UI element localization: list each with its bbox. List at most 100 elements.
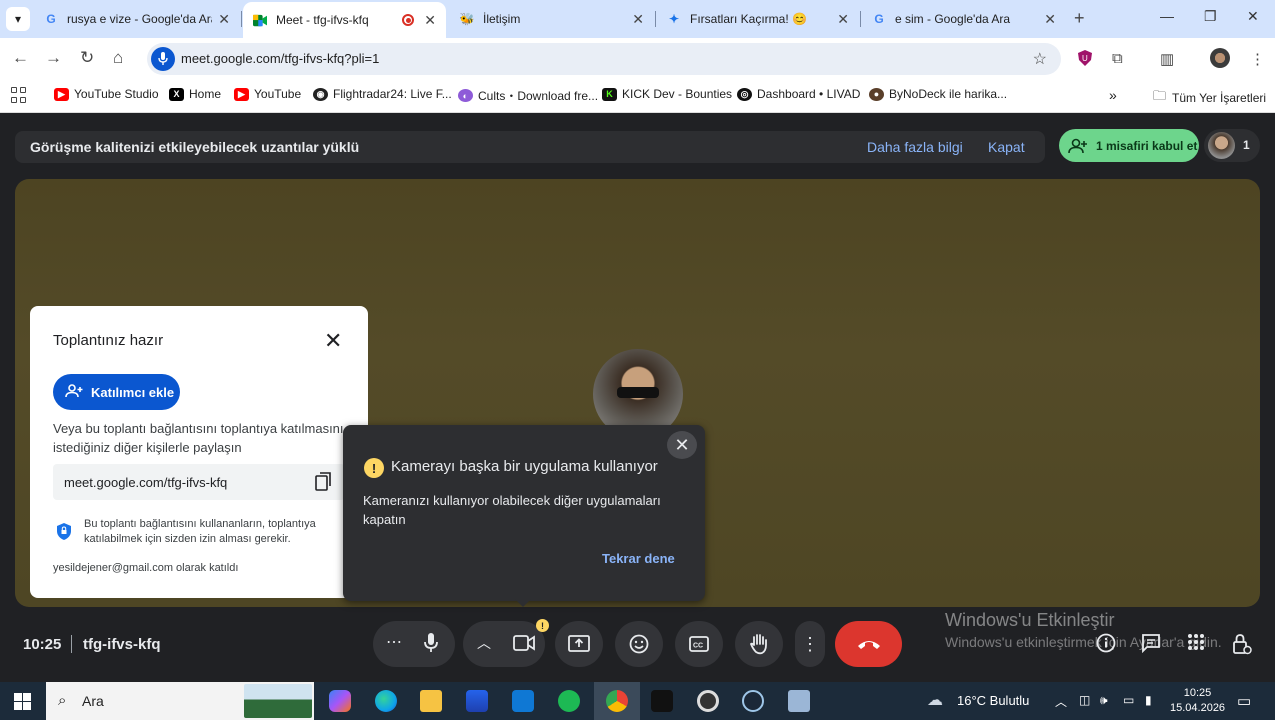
more-menu-icon[interactable]: ⋮ <box>1250 50 1265 68</box>
reload-icon[interactable]: ↻ <box>80 48 94 68</box>
bookmark-kick[interactable]: K KICK Dev - Bounties <box>602 87 732 101</box>
activities-icon[interactable] <box>1187 633 1205 656</box>
network-icon[interactable]: ▭ <box>1123 693 1134 707</box>
google-icon: G <box>874 12 884 26</box>
recording-icon <box>402 14 415 26</box>
tab-iletisim[interactable]: 🐝 İletişim ✕ <box>450 0 654 38</box>
close-window-button[interactable]: ✕ <box>1247 8 1259 25</box>
meeting-ready-panel: Toplantınız hazır ✕ Katılımcı ekle Veya … <box>30 306 368 598</box>
microphone-icon[interactable] <box>424 633 438 653</box>
camera-tray-icon[interactable]: ◫ <box>1079 693 1090 707</box>
folder-icon: 🗀 <box>1153 88 1167 103</box>
raise-hand-button[interactable] <box>735 621 783 667</box>
extensions-icon[interactable]: ⧉ <box>1112 50 1123 67</box>
bookmark-youtube[interactable]: ▶ YouTube <box>234 87 301 101</box>
camera-icon[interactable] <box>513 635 535 651</box>
cloud-weather-icon: ☁ <box>927 692 943 709</box>
notifications-icon[interactable]: ▭ <box>1237 692 1251 710</box>
windows-start-icon[interactable] <box>14 693 31 710</box>
new-tab-button[interactable]: + <box>1074 8 1085 29</box>
system-clock[interactable]: 10:25 15.04.2026 <box>1170 686 1225 716</box>
bookmark-livad[interactable]: ◎ Dashboard • LIVAD <box>737 87 860 101</box>
tab-google-search-1[interactable]: G rusya e vize - Google'da Ara ✕ <box>34 0 240 38</box>
forward-icon[interactable]: → <box>45 48 62 68</box>
ublock-shield-icon[interactable]: U <box>1078 50 1092 70</box>
close-popup-icon[interactable]: ✕ <box>667 431 697 459</box>
emoji-reaction-button[interactable] <box>615 621 663 667</box>
steam-icon[interactable] <box>742 690 764 712</box>
capcut-icon[interactable] <box>651 690 673 712</box>
close-tab-icon[interactable]: ✕ <box>218 11 230 28</box>
tray-chevron-icon[interactable]: ︿ <box>1055 693 1067 710</box>
add-participant-button[interactable]: Katılımcı ekle <box>53 374 180 410</box>
dismiss-banner-button[interactable]: Kapat <box>988 139 1025 155</box>
host-controls-icon[interactable] <box>1232 633 1252 660</box>
microphone-active-icon[interactable] <box>151 47 175 71</box>
more-bookmarks-icon[interactable]: » <box>1109 87 1117 103</box>
mic-tray-icon[interactable]: ▮ <box>1145 693 1152 707</box>
close-tab-icon[interactable]: ✕ <box>424 12 436 29</box>
copy-icon[interactable] <box>315 472 331 491</box>
bookmark-cults[interactable]: ◐ Cults・Download fre... <box>458 87 598 104</box>
page-favicon-icon: 🐝 <box>459 12 475 26</box>
meeting-info-icon[interactable] <box>1096 633 1116 658</box>
more-options-button[interactable]: ⋮ <box>795 621 825 667</box>
popup-pointer <box>515 599 531 607</box>
camera-control-group: ︿ ! <box>463 619 549 667</box>
participants-button[interactable]: 1 <box>1204 129 1260 162</box>
admit-guest-button[interactable]: 1 misafiri kabul et <box>1059 129 1199 162</box>
bookmark-flightradar[interactable]: ◉ Flightradar24: Live F... <box>313 87 452 101</box>
tab-google-search-2[interactable]: G e sim - Google'da Ara ✕ <box>862 0 1066 38</box>
weather-text[interactable]: 16°C Bulutlu <box>957 693 1029 708</box>
activation-watermark-subtitle: Windows'u etkinleştirmek için Ayarlar'a … <box>945 634 1222 650</box>
close-tab-icon[interactable]: ✕ <box>632 11 644 28</box>
copilot-icon[interactable] <box>329 690 351 712</box>
meet-page: Görüşme kalitenizi etkileyebilecek uzant… <box>0 113 1275 682</box>
close-panel-icon[interactable]: ✕ <box>324 328 342 354</box>
spotify-icon[interactable] <box>558 690 580 712</box>
reading-list-icon[interactable]: ▥ <box>1160 50 1174 68</box>
all-bookmarks-folder[interactable]: 🗀 Tüm Yer İşaretleri <box>1153 87 1266 109</box>
bookmarks-bar: ▶ YouTube Studio X Home ▶ YouTube ◉ Flig… <box>0 80 1275 113</box>
apps-grid-icon[interactable] <box>11 87 27 103</box>
profile-avatar[interactable] <box>1210 48 1230 68</box>
tab-search-button[interactable]: ▾ <box>6 7 30 31</box>
restore-button[interactable]: ❐ <box>1204 8 1217 25</box>
home-icon[interactable]: ⌂ <box>113 48 123 68</box>
taskbar-search-box[interactable]: ⌕ Ara <box>46 682 314 720</box>
livad-icon: ◎ <box>737 87 752 101</box>
tab-meet[interactable]: Meet - tfg-ifvs-kfq ✕ <box>243 2 446 38</box>
leave-call-button[interactable] <box>835 621 902 667</box>
bookmark-bynodeck[interactable]: ● ByNoDeck ile harika... <box>869 87 1007 101</box>
chevron-up-icon[interactable]: ︿ <box>477 633 491 653</box>
minimize-button[interactable]: — <box>1160 8 1174 24</box>
captions-button[interactable]: CC <box>675 621 723 667</box>
close-tab-icon[interactable]: ✕ <box>837 11 849 28</box>
bookmark-youtube-studio[interactable]: ▶ YouTube Studio <box>54 87 159 101</box>
present-screen-button[interactable] <box>555 621 603 667</box>
outlook-icon[interactable] <box>512 690 534 712</box>
volume-icon[interactable]: 🕪 <box>1100 693 1108 708</box>
retry-button[interactable]: Tekrar dene <box>602 551 675 566</box>
tab-firsatlar[interactable]: ✦ Fırsatları Kaçırma! 😊 ✕ <box>657 0 859 38</box>
back-icon[interactable]: ← <box>12 48 29 68</box>
file-explorer-icon[interactable] <box>420 690 442 712</box>
calculator-icon[interactable] <box>788 690 810 712</box>
tab-separator <box>860 11 861 27</box>
chat-icon[interactable] <box>1141 633 1161 658</box>
learn-more-link[interactable]: Daha fazla bilgi <box>867 139 963 155</box>
more-audio-options-icon[interactable]: ⋯ <box>386 632 402 652</box>
address-bar[interactable]: meet.google.com/tfg-ifvs-kfq?pli=1 ☆ <box>147 43 1061 75</box>
windows-taskbar: ⌕ Ara ☁ 16°C Bulutlu ︿ ◫ 🕪 ▭ ▮ 10:25 15.… <box>0 682 1275 720</box>
microsoft-store-icon[interactable] <box>466 690 488 712</box>
bookmark-home[interactable]: X Home <box>169 87 221 101</box>
close-tab-icon[interactable]: ✕ <box>1044 11 1056 28</box>
svg-text:CC: CC <box>693 643 703 650</box>
obs-icon[interactable] <box>697 690 719 712</box>
bookmark-star-icon[interactable]: ☆ <box>1033 49 1047 69</box>
tab-separator <box>655 11 656 27</box>
chrome-icon[interactable] <box>606 690 628 712</box>
edge-icon[interactable] <box>375 690 397 712</box>
meet-icon <box>253 13 267 27</box>
captions-icon: CC <box>689 636 709 652</box>
